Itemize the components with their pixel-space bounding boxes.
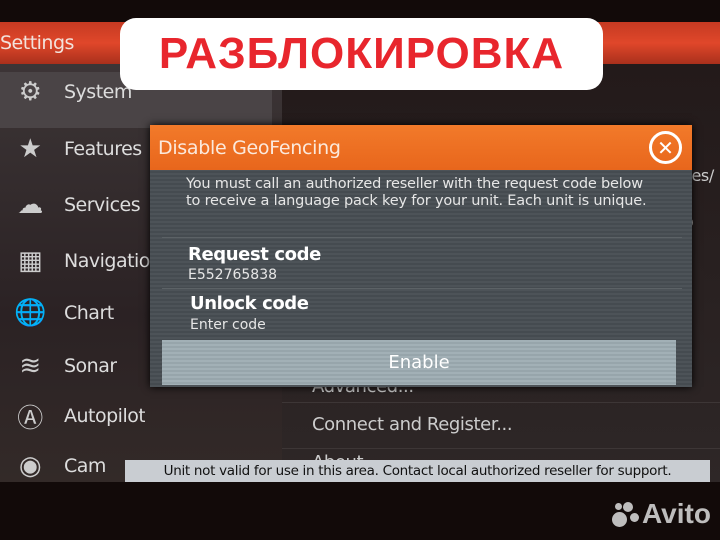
camera-icon: ◉ bbox=[18, 451, 42, 481]
sidebar-item-system[interactable]: ⚙ System bbox=[14, 72, 132, 112]
page-title: Settings bbox=[0, 32, 74, 54]
sidebar-item-label: System bbox=[64, 81, 132, 103]
avito-logo-icon bbox=[612, 500, 640, 528]
sidebar-item-features[interactable]: ★ Features bbox=[14, 129, 142, 169]
request-code-label: Request code bbox=[188, 244, 321, 265]
sidebar-item-autopilot[interactable]: Ⓐ Autopilot bbox=[14, 396, 145, 436]
sidebar-item-label: Features bbox=[64, 138, 142, 160]
navigation-calculator-icon: ▦ bbox=[17, 246, 43, 276]
sidebar-item-label: Sonar bbox=[64, 355, 117, 377]
sidebar-item-cam[interactable]: ◉ Cam bbox=[14, 446, 106, 486]
sonar-icon: ≋ bbox=[19, 351, 41, 381]
close-icon[interactable]: ✕ bbox=[649, 131, 682, 164]
enable-button[interactable]: Enable bbox=[162, 340, 676, 385]
menu-item-connect-register[interactable]: Connect and Register... bbox=[312, 414, 513, 435]
sidebar-item-label: Chart bbox=[64, 302, 114, 324]
unlock-code-input[interactable]: Enter code bbox=[190, 317, 266, 333]
gear-icon: ⚙ bbox=[18, 77, 42, 107]
dialog-header: Disable GeoFencing bbox=[150, 125, 692, 170]
sidebar-item-label: Navigation bbox=[64, 250, 162, 272]
status-bar: Unit not valid for use in this area. Con… bbox=[125, 460, 710, 482]
unlock-code-field[interactable]: Unlock code Enter code bbox=[150, 289, 692, 339]
sidebar-item-label: Services bbox=[64, 194, 141, 216]
request-code-value: E552765838 bbox=[188, 267, 278, 283]
disable-geofencing-dialog: Disable GeoFencing ✕ You must call an au… bbox=[150, 125, 692, 387]
sidebar-item-sonar[interactable]: ≋ Sonar bbox=[14, 346, 117, 386]
dialog-message: You must call an authorized reseller wit… bbox=[186, 176, 647, 209]
autopilot-icon: Ⓐ bbox=[17, 403, 43, 434]
overlay-banner: РАЗБЛОКИРОВКА bbox=[120, 18, 603, 90]
dialog-title: Disable GeoFencing bbox=[158, 136, 341, 159]
sidebar-item-services[interactable]: ☁ Services bbox=[14, 185, 140, 225]
sidebar-item-label: Cam bbox=[64, 455, 106, 477]
divider bbox=[282, 402, 720, 403]
star-icon: ★ bbox=[18, 134, 42, 164]
divider bbox=[162, 237, 682, 238]
sidebar-item-label: Autopilot bbox=[64, 405, 146, 427]
watermark-text: Avito bbox=[642, 498, 711, 529]
cloud-icon: ☁ bbox=[17, 190, 43, 220]
divider bbox=[282, 448, 720, 449]
sidebar-item-navigation[interactable]: ▦ Navigation bbox=[14, 241, 162, 281]
globe-icon: 🌐 bbox=[14, 298, 46, 328]
unlock-code-label: Unlock code bbox=[190, 293, 309, 314]
sidebar-item-chart[interactable]: 🌐 Chart bbox=[14, 293, 114, 333]
watermark: Avito bbox=[612, 498, 711, 530]
